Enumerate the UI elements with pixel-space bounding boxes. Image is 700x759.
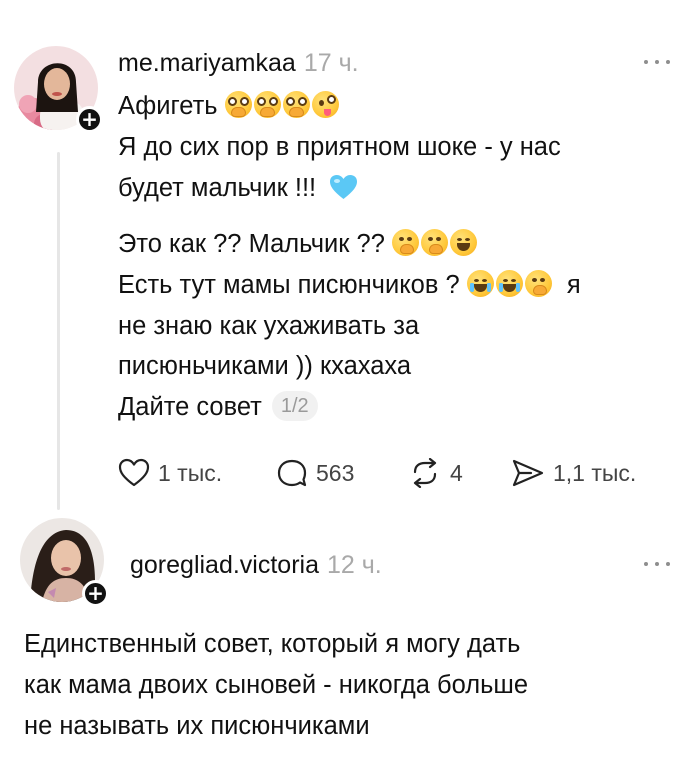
- face-with-hand-over-mouth-icon: [420, 229, 448, 256]
- heart-icon: [118, 458, 150, 487]
- comment-line: Единственный совет, который я могу дать: [24, 630, 521, 658]
- reply-icon: [277, 459, 307, 487]
- comment-line: Есть тут мамы писюнчиков ? я: [118, 267, 581, 304]
- pleading-face-icon: [282, 91, 310, 118]
- comment-text: Дайте совет: [118, 393, 262, 421]
- face-with-tears-of-joy-icon: [466, 270, 494, 297]
- comment-line: Я до сих пор в приятном шоке - у нас: [118, 133, 561, 161]
- like-count: 1 тыс.: [158, 459, 223, 486]
- repost-count: 4: [450, 459, 463, 486]
- comment-line: как мама двоих сыновей - никогда больше: [24, 671, 529, 699]
- more-icon[interactable]: [643, 56, 673, 68]
- comment-text: Афигеть: [118, 92, 218, 120]
- share-icon: [512, 459, 544, 487]
- comment-line: Афигеть: [118, 88, 341, 125]
- carousel-pager[interactable]: 1/2: [271, 391, 318, 421]
- comment-line: Это как ?? Мальчик ??: [118, 226, 479, 263]
- thread-line: [57, 152, 60, 510]
- zany-face-icon: [311, 91, 339, 118]
- face-with-hand-over-mouth-icon: [524, 270, 552, 297]
- face-with-hand-over-mouth-icon: [391, 229, 419, 256]
- comment-username[interactable]: goregliad.victoria 12 ч.: [130, 551, 382, 580]
- comment-line: писюньчиками )) кхахаха: [118, 352, 412, 380]
- comment-text: Это как ?? Мальчик ??: [118, 230, 385, 258]
- follow-plus-icon[interactable]: +: [76, 106, 103, 133]
- grinning-squinting-face-icon: [449, 229, 477, 256]
- reply-button[interactable]: 563: [276, 458, 354, 488]
- repost-button[interactable]: 4: [408, 458, 463, 488]
- share-button[interactable]: 1,1 тыс.: [511, 458, 636, 488]
- avatar-victoria-wrap[interactable]: +: [20, 518, 115, 613]
- pleading-face-icon: [253, 91, 281, 118]
- reply-count: 563: [316, 459, 355, 486]
- comment-line: не называть их писюнчиками: [24, 712, 370, 740]
- follow-plus-icon[interactable]: +: [82, 580, 109, 607]
- avatar-mariyamkaa-wrap[interactable]: +: [14, 46, 104, 136]
- comment-line: Дайте совет 1/2: [118, 389, 318, 426]
- comment-line: не знаю как ухаживать за: [118, 312, 420, 340]
- comment-username[interactable]: me.mariyamkaa 17 ч.: [118, 49, 359, 78]
- pleading-face-icon: [224, 91, 252, 118]
- username-text[interactable]: me.mariyamkaa: [118, 49, 296, 77]
- username-text[interactable]: goregliad.victoria: [130, 551, 319, 579]
- more-icon[interactable]: [643, 558, 673, 570]
- comment-time: 12 ч.: [327, 551, 382, 579]
- face-with-tears-of-joy-icon: [495, 270, 523, 297]
- like-button[interactable]: 1 тыс.: [118, 458, 222, 488]
- comment-line: будет мальчик !!!: [118, 170, 358, 207]
- comment-time: 17 ч.: [303, 49, 359, 77]
- comment-text: Есть тут мамы писюнчиков ?: [118, 271, 460, 299]
- share-count: 1,1 тыс.: [553, 459, 637, 486]
- repost-icon: [413, 458, 437, 488]
- comment-text: я: [566, 271, 581, 299]
- comment-text: будет мальчик !!!: [118, 174, 317, 202]
- light-blue-heart-icon: [330, 175, 358, 199]
